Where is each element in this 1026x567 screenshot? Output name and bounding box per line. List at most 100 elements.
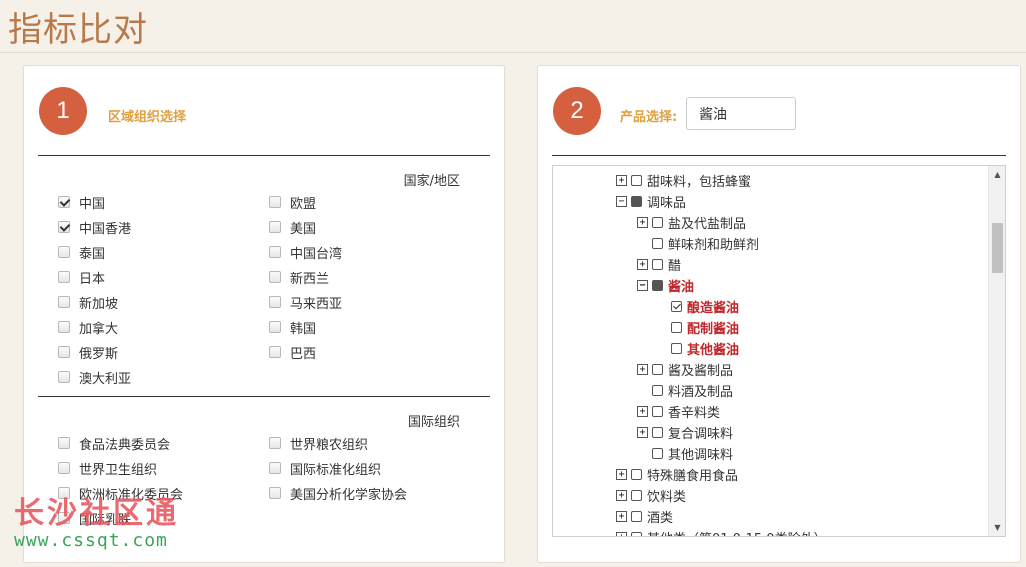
- tree-node[interactable]: 其他酱油: [671, 339, 739, 358]
- expand-icon[interactable]: +: [616, 174, 627, 186]
- tree-node[interactable]: + 盐及代盐制品: [637, 213, 746, 232]
- checkbox-item[interactable]: 欧洲标准化委员会: [58, 484, 183, 503]
- checkbox-item[interactable]: 马来西亚: [269, 293, 342, 312]
- scroll-thumb[interactable]: [992, 223, 1003, 273]
- tree-checkbox[interactable]: [631, 510, 642, 522]
- tree-node[interactable]: 鲜味剂和助鲜剂: [637, 234, 760, 253]
- checkbox[interactable]: [58, 296, 70, 308]
- checkbox-item[interactable]: 中国: [58, 193, 105, 212]
- checkbox-item[interactable]: 加拿大: [58, 318, 118, 337]
- tree-node[interactable]: − 酱油: [637, 276, 694, 295]
- tree-checkbox[interactable]: [671, 321, 682, 333]
- checkbox[interactable]: [58, 487, 70, 499]
- checkbox[interactable]: [269, 487, 281, 499]
- tree-node[interactable]: + 饮料类: [616, 486, 686, 505]
- checkbox[interactable]: [269, 346, 281, 358]
- checkbox[interactable]: [58, 271, 70, 283]
- checkbox-item[interactable]: 世界卫生组织: [58, 459, 158, 478]
- tree-checkbox[interactable]: [631, 174, 642, 186]
- tree-node[interactable]: + 醋: [637, 255, 681, 274]
- checkbox[interactable]: [58, 512, 70, 524]
- tree-checkbox[interactable]: [652, 363, 663, 375]
- checkbox[interactable]: [58, 246, 70, 258]
- expand-icon[interactable]: +: [637, 405, 648, 417]
- checkbox-item[interactable]: 中国台湾: [269, 243, 342, 262]
- scroll-down-icon[interactable]: ▼: [989, 519, 1005, 536]
- checkbox-item[interactable]: 世界粮农组织: [269, 434, 368, 453]
- checkbox-item[interactable]: 美国分析化学家协会: [269, 484, 407, 503]
- tree-node[interactable]: + 香辛料类: [637, 402, 720, 421]
- tree-node[interactable]: 料酒及制品: [637, 381, 733, 400]
- tree-checkbox[interactable]: [652, 279, 663, 291]
- tree-checkbox[interactable]: [652, 426, 663, 438]
- tree-node[interactable]: + 酱及酱制品: [637, 360, 733, 379]
- checkbox[interactable]: [269, 437, 281, 449]
- checkbox-item[interactable]: 国际标准化组织: [269, 459, 381, 478]
- checkbox-item[interactable]: 澳大利亚: [58, 368, 131, 387]
- expand-icon[interactable]: +: [616, 531, 627, 536]
- checkbox-item[interactable]: 中国香港: [58, 218, 131, 237]
- tree-node[interactable]: 其他调味料: [637, 444, 733, 463]
- tree-checkbox[interactable]: [652, 447, 663, 459]
- tree-scrollbar[interactable]: ▲ ▼: [988, 166, 1005, 536]
- checkbox-item[interactable]: 韩国: [269, 318, 316, 337]
- page-title: 指标比对: [8, 10, 148, 50]
- checkbox[interactable]: [58, 437, 70, 449]
- checkbox-item[interactable]: 新西兰: [269, 268, 329, 287]
- tree-checkbox[interactable]: [652, 384, 663, 396]
- checkbox-item[interactable]: 欧盟: [269, 193, 316, 212]
- expand-icon[interactable]: +: [616, 510, 627, 522]
- checkbox-label: 世界卫生组织: [79, 462, 158, 478]
- tree-checkbox[interactable]: [671, 342, 682, 354]
- checkbox-checked[interactable]: [58, 196, 70, 208]
- checkbox[interactable]: [58, 462, 70, 474]
- tree-checkbox[interactable]: [652, 405, 663, 417]
- tree-node[interactable]: − 调味品: [616, 192, 686, 211]
- tree-checkbox[interactable]: [631, 195, 642, 207]
- checkbox-item[interactable]: 国际乳联: [58, 509, 131, 528]
- tree-checkbox[interactable]: [631, 489, 642, 501]
- tree-node[interactable]: + 酒类: [616, 507, 673, 526]
- checkbox-item[interactable]: 日本: [58, 268, 105, 287]
- expand-icon[interactable]: +: [637, 426, 648, 438]
- expand-icon[interactable]: +: [637, 258, 648, 270]
- scroll-up-icon[interactable]: ▲: [989, 166, 1005, 183]
- tree-node[interactable]: + 复合调味料: [637, 423, 733, 442]
- checkbox[interactable]: [269, 246, 281, 258]
- tree-node[interactable]: + 甜味料，包括蜂蜜: [616, 171, 751, 190]
- checkbox-item[interactable]: 食品法典委员会: [58, 434, 170, 453]
- checkbox-item[interactable]: 泰国: [58, 243, 105, 262]
- tree-checkbox[interactable]: [652, 258, 663, 270]
- expand-icon[interactable]: +: [637, 363, 648, 375]
- product-search-input[interactable]: [686, 97, 796, 130]
- tree-checkbox[interactable]: [652, 216, 663, 228]
- checkbox[interactable]: [58, 346, 70, 358]
- expand-icon[interactable]: +: [616, 468, 627, 480]
- tree-node-label: 鲜味剂和助鲜剂: [668, 237, 760, 253]
- tree-node[interactable]: 酿造酱油: [671, 297, 739, 316]
- checkbox[interactable]: [269, 296, 281, 308]
- checkbox-item[interactable]: 新加坡: [58, 293, 118, 312]
- expand-icon[interactable]: +: [616, 489, 627, 501]
- tree-checkbox[interactable]: [671, 300, 682, 312]
- tree-node[interactable]: + 特殊膳食用食品: [616, 465, 738, 484]
- tree-checkbox[interactable]: [631, 468, 642, 480]
- tree-node[interactable]: 配制酱油: [671, 318, 739, 337]
- checkbox[interactable]: [269, 271, 281, 283]
- collapse-icon[interactable]: −: [616, 195, 627, 207]
- checkbox[interactable]: [269, 221, 281, 233]
- checkbox-item[interactable]: 俄罗斯: [58, 343, 118, 362]
- checkbox-item[interactable]: 美国: [269, 218, 316, 237]
- checkbox[interactable]: [58, 321, 70, 333]
- checkbox-checked[interactable]: [58, 221, 70, 233]
- checkbox[interactable]: [269, 196, 281, 208]
- checkbox[interactable]: [58, 371, 70, 383]
- collapse-icon[interactable]: −: [637, 279, 648, 291]
- checkbox[interactable]: [269, 462, 281, 474]
- checkbox-item[interactable]: 巴西: [269, 343, 316, 362]
- tree-checkbox[interactable]: [652, 237, 663, 249]
- expand-icon[interactable]: +: [637, 216, 648, 228]
- checkbox[interactable]: [269, 321, 281, 333]
- tree-checkbox[interactable]: [631, 531, 642, 536]
- tree-node[interactable]: + 其他类（第01.0-15.0类除外）: [616, 528, 827, 536]
